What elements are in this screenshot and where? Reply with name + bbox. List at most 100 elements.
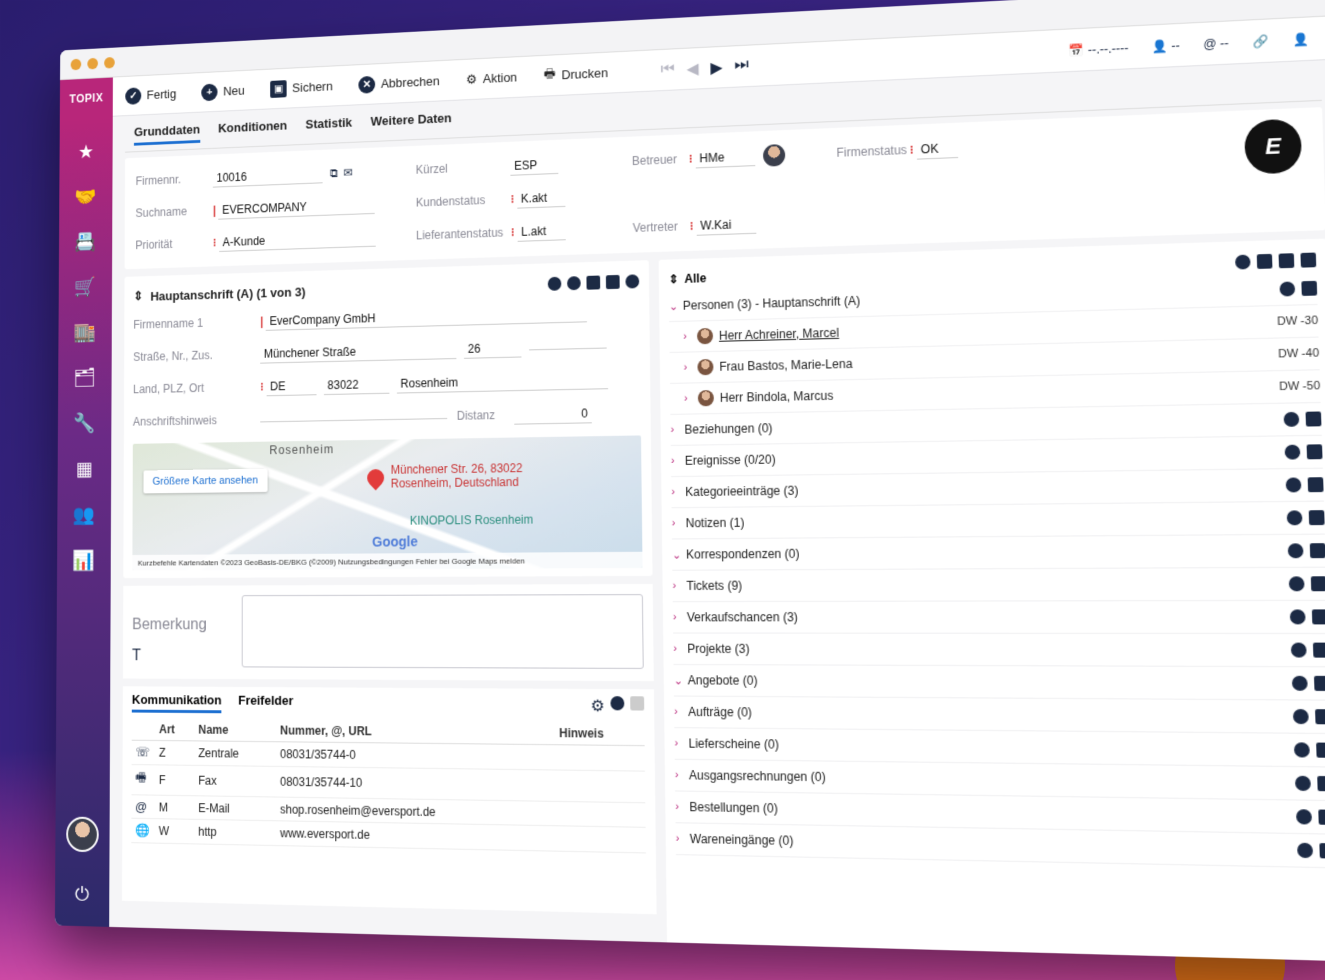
open-icon[interactable] (1307, 477, 1324, 493)
firmenstatus-field[interactable]: OK (916, 138, 958, 160)
sort-icon[interactable]: ⇕ (133, 289, 143, 304)
search-icon[interactable] (547, 276, 562, 291)
col-hinweis[interactable]: Hinweis (555, 721, 645, 746)
user-status-1[interactable]: 👤 -- (1152, 38, 1180, 54)
aktion-button[interactable]: ⚙ Aktion (453, 57, 531, 100)
handshake-icon[interactable]: 🤝 (73, 183, 98, 210)
last-record-icon[interactable]: ⏭ (734, 56, 749, 76)
abbrechen-button[interactable]: ✕ Abbrechen (346, 60, 453, 104)
ort-field[interactable]: Rosenheim (396, 369, 608, 394)
open-icon[interactable] (1319, 843, 1325, 859)
col-name[interactable]: Name (194, 718, 277, 742)
plus-icon[interactable] (1287, 543, 1304, 559)
user-avatar[interactable] (66, 816, 99, 853)
team-icon[interactable]: 👥 (72, 501, 97, 528)
tab-weitere-daten[interactable]: Weitere Daten (371, 111, 452, 136)
window-minimize-dot[interactable] (87, 57, 98, 70)
distanz-field[interactable]: 0 (514, 403, 592, 425)
open-icon[interactable] (1317, 775, 1325, 792)
prioritaet-field[interactable]: A-Kunde (218, 227, 376, 252)
open-icon[interactable] (1311, 609, 1325, 625)
larger-map-button[interactable]: Größere Karte ansehen (143, 468, 268, 494)
plus-icon[interactable] (1293, 742, 1310, 758)
person-name[interactable]: Herr Bindola, Marcus (720, 389, 834, 405)
mail-icon[interactable]: ✉ (343, 166, 352, 180)
prev-record-icon[interactable]: ◀ (686, 58, 698, 78)
tab-konditionen[interactable]: Konditionen (218, 118, 287, 142)
person-icon[interactable]: 👤 (1292, 31, 1309, 46)
plus-icon[interactable] (1295, 809, 1313, 825)
plus-icon[interactable] (610, 695, 625, 710)
open-icon[interactable] (1316, 742, 1325, 758)
plus-icon[interactable] (1294, 775, 1311, 792)
tree-filter-all[interactable]: Alle (684, 271, 706, 286)
kuerzel-field[interactable]: ESP (510, 154, 559, 176)
drucken-button[interactable]: 🖶 Drucken (530, 52, 622, 96)
open-icon[interactable] (1310, 576, 1325, 592)
search-icon[interactable] (1234, 254, 1251, 270)
kundenstatus-field[interactable]: K.akt (517, 187, 566, 209)
power-icon[interactable]: ⏻ (69, 881, 94, 909)
cart-icon[interactable]: 🛒 (73, 273, 98, 300)
sichern-button[interactable]: ▣ Sichern (258, 66, 346, 109)
land-field[interactable]: DE (266, 376, 317, 396)
map-pin-icon[interactable] (363, 465, 388, 491)
open-icon[interactable] (1308, 510, 1325, 526)
open-icon[interactable] (1305, 411, 1322, 427)
tree-section-item[interactable]: ⌄ Korrespondenzen (0) (671, 534, 1325, 571)
text-format-icon[interactable]: T (132, 648, 242, 666)
folder-icon[interactable]: 🗂 (72, 364, 97, 391)
remark-textarea[interactable] (241, 594, 644, 669)
plus-icon[interactable] (1284, 444, 1301, 460)
plz-field[interactable]: 83022 (323, 374, 390, 395)
plus-icon[interactable] (1283, 411, 1300, 427)
plus-icon[interactable] (1286, 510, 1303, 526)
open-icon[interactable] (1306, 444, 1323, 460)
open-icon[interactable] (1313, 675, 1325, 691)
next-record-icon[interactable]: ▶ (710, 57, 722, 77)
plus-icon[interactable] (1279, 281, 1296, 297)
fertig-button[interactable]: ✓ Fertig (113, 74, 189, 116)
firmennr-field[interactable]: 10016 (212, 164, 323, 188)
person-name[interactable]: Herr Achreiner, Marcel (719, 326, 839, 343)
open-icon[interactable] (1312, 642, 1325, 658)
tab-statistik[interactable]: Statistik (305, 115, 352, 138)
hausnummer-field[interactable]: 26 (463, 338, 522, 359)
neu-button[interactable]: + Neu (189, 70, 258, 112)
delete-icon[interactable] (586, 275, 601, 290)
sort-icon[interactable]: ⇕ (669, 272, 679, 286)
delete-icon[interactable] (630, 695, 645, 711)
tree-section-item[interactable]: › Verkaufschancen (3) (672, 600, 1325, 635)
window-maximize-dot[interactable] (104, 56, 115, 69)
zusatz-field[interactable] (529, 343, 607, 350)
window-close-dot[interactable] (70, 58, 82, 70)
open-icon[interactable] (1315, 709, 1325, 725)
link-icon[interactable]: 🔗 (1252, 33, 1269, 48)
calendar-date[interactable]: 📅 --.--.---- (1068, 40, 1128, 57)
strasse-field[interactable]: Münchener Straße (260, 339, 457, 364)
betreuer-field[interactable]: HMe (695, 146, 756, 168)
tree-section-item[interactable]: › Tickets (9) (672, 567, 1325, 603)
person-name[interactable]: Frau Bastos, Marie-Lena (719, 357, 852, 374)
firmenname-field[interactable]: EverCompany GmbH (266, 303, 588, 331)
plus-icon[interactable] (567, 276, 581, 291)
hinweis-field[interactable] (260, 413, 448, 422)
contact-book-icon[interactable]: 📇 (73, 228, 98, 255)
open-icon[interactable] (1301, 280, 1318, 296)
location-icon[interactable] (625, 274, 640, 289)
grid-icon[interactable]: ▦ (72, 455, 97, 482)
first-record-icon[interactable]: ⏮ (661, 60, 675, 80)
plus-icon[interactable] (1285, 477, 1302, 493)
col-art[interactable]: Art (155, 718, 195, 741)
suchname-field[interactable]: EVERCOMPANY (218, 195, 376, 220)
plus-icon[interactable] (1297, 842, 1314, 859)
vertreter-field[interactable]: W.Kai (696, 214, 757, 236)
tree-section-item[interactable]: › Projekte (3) (673, 633, 1325, 668)
user-status-2[interactable]: @ -- (1203, 35, 1229, 51)
open-icon[interactable] (1318, 809, 1325, 825)
star-icon[interactable]: ★ (74, 138, 99, 165)
collapse-icon[interactable] (1278, 253, 1295, 269)
tree-section-item[interactable]: › Notizen (1) (671, 501, 1325, 540)
copy-icon[interactable]: ⧉ (330, 166, 338, 181)
tab-kommunikation[interactable]: Kommunikation (131, 692, 222, 714)
